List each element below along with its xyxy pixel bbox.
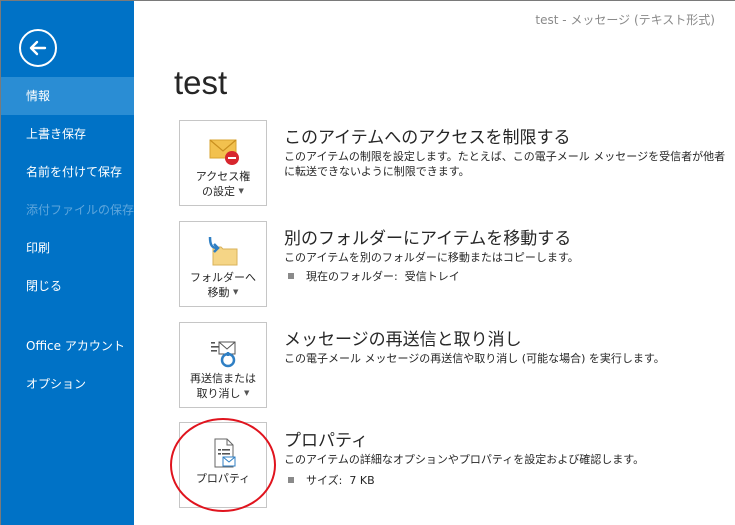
window-frame <box>0 0 735 525</box>
